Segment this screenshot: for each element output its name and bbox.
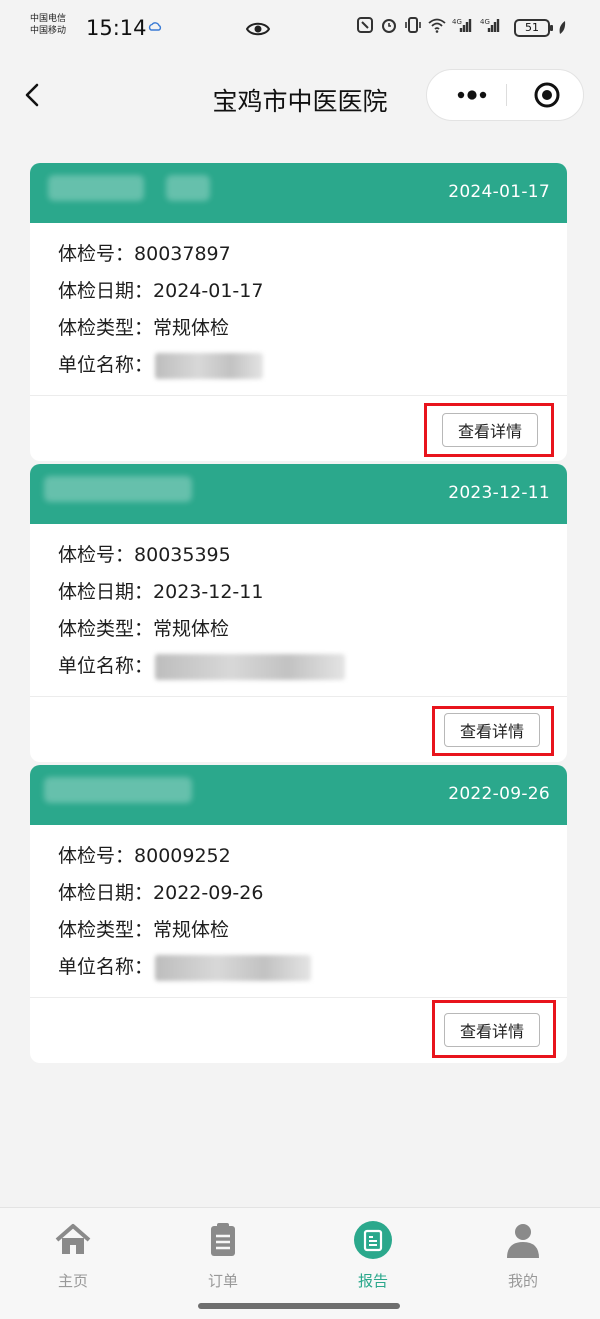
eye-icon — [246, 22, 270, 36]
exam-type-label: 体检类型： — [58, 919, 154, 941]
cloud-icon — [148, 22, 162, 31]
exam-number-label: 体检号： — [58, 243, 135, 265]
exam-number-label: 体检号： — [58, 544, 135, 566]
capsule-divider — [506, 84, 507, 106]
exam-type-label: 体检类型： — [58, 618, 154, 640]
signal-4g-2-icon: 4G — [480, 18, 500, 32]
view-details-button[interactable]: 查看详情 — [444, 713, 540, 747]
exam-type-row: 体检类型： 常规体检 — [58, 912, 311, 949]
exam-date-label: 体检日期： — [58, 280, 154, 302]
home-indicator — [198, 1303, 400, 1309]
tab-orders-label: 订单 — [207, 1272, 238, 1290]
wifi-icon — [428, 18, 446, 33]
report-info: 体检号： 80035395 体检日期： 2023-12-11 体检类型： 常规体… — [58, 537, 346, 685]
report-card: 2024-01-17 体检号： 80037897 体检日期： 2024-01-1… — [30, 163, 567, 461]
tab-reports[interactable]: 报告 — [323, 1218, 423, 1292]
redacted-unit-name — [155, 352, 264, 379]
unit-name-row: 单位名称： — [58, 648, 346, 685]
alarm-icon — [382, 19, 396, 33]
card-divider — [30, 997, 567, 998]
power-saving-icon — [559, 21, 566, 34]
carrier-1: 中国电信 — [30, 14, 67, 24]
exam-type-value: 常规体检 — [153, 618, 230, 640]
exam-type-label: 体检类型： — [58, 317, 154, 339]
home-icon — [55, 1224, 91, 1254]
unit-name-row: 单位名称： — [58, 347, 264, 384]
mini-program-capsule — [426, 69, 584, 121]
card-divider — [30, 696, 567, 697]
exam-date-row: 体检日期： 2024-01-17 — [58, 273, 263, 310]
exam-date-value: 2022-09-26 — [153, 882, 264, 904]
tab-home[interactable]: 主页 — [23, 1218, 123, 1292]
report-card-header: 2024-01-17 — [30, 163, 567, 223]
exam-date-label: 体检日期： — [58, 581, 154, 603]
exam-number-value: 80009252 — [134, 845, 231, 867]
exam-date-label: 体检日期： — [58, 882, 154, 904]
nav-bar: 宝鸡市中医医院 — [0, 62, 600, 130]
status-bar: 中国电信 中国移动 15:14 4G 4G 51 — [0, 0, 600, 62]
exam-number-label: 体检号： — [58, 845, 135, 867]
exam-type-row: 体检类型： 常规体检 — [58, 611, 345, 648]
signal-4g-icon: 4G — [452, 18, 472, 32]
report-card-header: 2022-09-26 — [30, 765, 567, 825]
exam-date-row: 体检日期： 2023-12-11 — [58, 574, 345, 611]
report-card: 2022-09-26 体检号： 80009252 体检日期： 2022-09-2… — [30, 765, 567, 1063]
exam-type-row: 体检类型： 常规体检 — [58, 310, 263, 347]
report-icon — [354, 1221, 392, 1259]
close-mini-program-icon[interactable] — [519, 70, 577, 120]
exam-number-value: 80037897 — [134, 243, 231, 265]
unit-name-row: 单位名称： — [58, 949, 312, 986]
card-divider — [30, 395, 567, 396]
report-card: 2023-12-11 体检号： 80035395 体检日期： 2023-12-1… — [30, 464, 567, 762]
exam-number-row: 体检号： 80037897 — [58, 236, 263, 273]
exam-number-row: 体检号： 80009252 — [58, 838, 311, 875]
tab-home-label: 主页 — [57, 1272, 88, 1290]
tab-mine[interactable]: 我的 — [473, 1218, 573, 1292]
carrier-info: 中国电信 中国移动 — [30, 13, 66, 37]
clipboard-icon — [211, 1223, 235, 1256]
nfc-icon — [357, 17, 373, 33]
exam-type-value: 常规体检 — [153, 317, 230, 339]
unit-name-label: 单位名称： — [58, 354, 154, 376]
view-details-button[interactable]: 查看详情 — [444, 1013, 540, 1047]
exam-date-value: 2024-01-17 — [153, 280, 264, 302]
more-icon[interactable] — [439, 70, 505, 120]
report-card-header: 2023-12-11 — [30, 464, 567, 524]
battery-indicator: 51 — [514, 19, 553, 37]
report-info: 体检号： 80037897 体检日期： 2024-01-17 体检类型： 常规体… — [58, 236, 263, 384]
tab-orders[interactable]: 订单 — [173, 1218, 273, 1292]
person-icon — [507, 1224, 539, 1258]
exam-number-value: 80035395 — [134, 544, 231, 566]
carrier-2: 中国移动 — [30, 26, 67, 36]
status-time: 15:14 — [86, 16, 147, 40]
svg-text:4G: 4G — [452, 18, 462, 26]
unit-name-label: 单位名称： — [58, 956, 154, 978]
exam-number-row: 体检号： 80035395 — [58, 537, 345, 574]
svg-text:4G: 4G — [480, 18, 490, 26]
tab-reports-label: 报告 — [357, 1272, 388, 1290]
report-info: 体检号： 80009252 体检日期： 2022-09-26 体检类型： 常规体… — [58, 838, 312, 986]
exam-date-row: 体检日期： 2022-09-26 — [58, 875, 311, 912]
vibrate-icon — [405, 17, 421, 33]
unit-name-label: 单位名称： — [58, 655, 154, 677]
redacted-unit-name — [155, 653, 346, 680]
exam-date-value: 2023-12-11 — [153, 581, 264, 603]
report-date: 2022-09-26 — [448, 784, 550, 804]
report-date: 2023-12-11 — [448, 483, 550, 503]
redacted-unit-name — [155, 954, 312, 981]
exam-type-value: 常规体检 — [153, 919, 230, 941]
tab-mine-label: 我的 — [507, 1272, 538, 1290]
view-details-button[interactable]: 查看详情 — [442, 413, 538, 447]
report-date: 2024-01-17 — [448, 182, 550, 202]
